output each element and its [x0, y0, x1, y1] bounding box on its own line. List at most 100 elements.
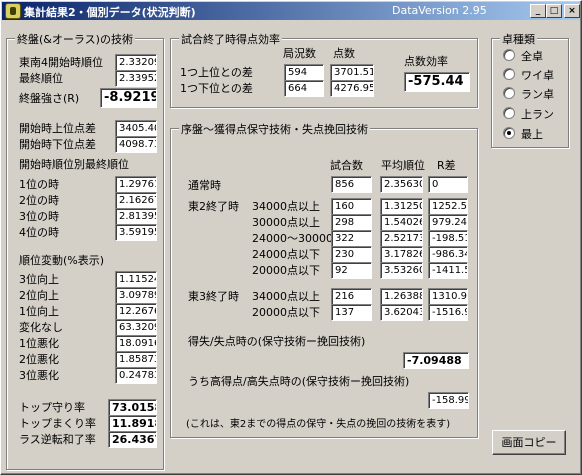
final-by-start-title: 開始時順位別最終順位	[19, 158, 129, 171]
lower-gap-score: 4276.95	[330, 80, 374, 97]
east3-label: 東3終了時	[188, 290, 239, 303]
east2-row4-games: 230	[331, 246, 372, 263]
close-button[interactable]: ×	[564, 4, 580, 18]
rank3-label: 3位の時	[19, 210, 59, 223]
change-up2-value: 3.09789	[115, 287, 157, 304]
east2-row1-r: 1252.57	[428, 198, 468, 215]
final-rank-value: 2.33952	[115, 70, 157, 87]
radio-all-icon[interactable]	[503, 49, 515, 61]
change-up3-label: 3位向上	[19, 273, 59, 286]
east2-row5-r: -1411.5	[428, 262, 468, 279]
last-reverse-value: 26.4367	[108, 431, 157, 448]
east2-row3-r: -198.51	[428, 230, 468, 247]
minimize-button[interactable]: _	[530, 4, 546, 18]
change-down1-value: 18.0916	[115, 335, 157, 352]
high-score-label: うち高得点/高失点時の(保守技術ー挽回技術)	[188, 375, 410, 388]
east2-row3-games: 322	[331, 230, 372, 247]
rank4-label: 4位の時	[19, 226, 59, 239]
east2-row2-avg: 1.54026	[380, 214, 423, 231]
lower-gap-count: 664	[284, 80, 324, 97]
east3-row2-games: 137	[331, 304, 372, 321]
normal-r: 0	[428, 176, 468, 193]
endgame-strength-label: 終盤強さ(R)	[19, 92, 80, 105]
last-reverse-label: ラス逆転和了率	[19, 433, 96, 446]
maximize-button[interactable]: □	[546, 4, 562, 18]
east3-row2-label: 20000点以下	[252, 306, 320, 319]
east2-row1-avg: 1.31250	[380, 198, 423, 215]
east3-row1-label: 34000点以上	[252, 290, 320, 303]
upper-diff-value: 3405.40	[115, 120, 157, 137]
change-down2-value: 1.85873	[115, 351, 157, 368]
east2-row2-games: 298	[331, 214, 372, 231]
top-keep-label: トップ守り率	[19, 401, 85, 414]
change-none-label: 変化なし	[19, 321, 63, 334]
change-down3-label: 3位悪化	[19, 369, 59, 382]
top-overtake-label: トップまくり率	[19, 417, 96, 430]
east3-row1-games: 216	[331, 288, 372, 305]
upper-gap-count: 594	[284, 64, 324, 81]
east3-row2-avg: 3.62043	[380, 304, 423, 321]
radio-upper-ran-icon[interactable]	[503, 107, 515, 119]
radio-ran-icon[interactable]	[503, 87, 515, 99]
rank2-value: 2.16267	[115, 192, 157, 209]
top-overtake-value: 11.8918	[108, 415, 157, 432]
east2-row1-label: 34000点以上	[252, 200, 320, 213]
endgame-strength-value: -8.9219	[100, 88, 157, 108]
final-rank-label: 最終順位	[19, 72, 63, 85]
rank1-label: 1位の時	[19, 178, 59, 191]
east2-row2-label: 30000点以上	[252, 216, 320, 229]
east2-row1-games: 160	[331, 198, 372, 215]
normal-label: 通常時	[188, 179, 221, 192]
score-efficiency-value: -575.44	[404, 72, 470, 92]
change-up2-label: 2位向上	[19, 289, 59, 302]
efficiency-col-eff: 点数効率	[404, 55, 448, 68]
table-type-title: 卓種類	[500, 31, 537, 47]
early-game-group-title: 序盤〜獲得点保守技術・失点挽回技術	[179, 121, 370, 137]
endgame-group-title: 終盤(&オーラス)の技術	[15, 31, 135, 47]
gain-loss-label: 得失/失点時の(保守技術ー挽回技術)	[188, 335, 366, 348]
efficiency-col-count: 局況数	[283, 47, 316, 60]
east2-row3-label: 24000〜30000	[252, 232, 333, 245]
change-down3-value: 0.24783	[115, 367, 157, 384]
east2-row4-avg: 3.17826	[380, 246, 423, 263]
rank1-value: 1.29761	[115, 176, 157, 193]
rank4-value: 3.59195	[115, 224, 157, 241]
change-up1-value: 12.2676	[115, 303, 157, 320]
efficiency-col-score: 点数	[333, 47, 355, 60]
efficiency-group-title: 試合終了時得点効率	[179, 31, 282, 47]
top-keep-value: 73.0158	[108, 399, 157, 416]
gain-loss-value: -7.09488	[403, 352, 469, 369]
app-icon	[5, 3, 21, 19]
radio-wai-label: ワイ卓	[521, 69, 554, 82]
change-none-value: 63.3209	[115, 319, 157, 336]
screen-copy-button[interactable]: 画面コピー	[492, 430, 566, 455]
col-avg-rank: 平均順位	[381, 159, 425, 172]
east2-row3-avg: 2.52173	[380, 230, 423, 247]
radio-all-label: 全卓	[521, 50, 543, 63]
radio-wai-icon[interactable]	[503, 68, 515, 80]
radio-ran-label: ラン卓	[521, 88, 554, 101]
east3-row1-avg: 1.26388	[380, 288, 423, 305]
change-up1-label: 1位向上	[19, 305, 59, 318]
high-score-value: -158.99	[428, 392, 469, 409]
data-version: DataVersion 2.95	[392, 4, 487, 17]
start-rank-label: 東南4開始時順位	[19, 56, 103, 69]
start-rank-value: 2.33209	[115, 54, 157, 71]
radio-upper-ran-label: 上ラン	[521, 108, 554, 121]
lower-diff-label: 開始時下位点差	[19, 138, 96, 151]
east3-row1-r: 1310.90	[428, 288, 468, 305]
lower-diff-value: 4098.73	[115, 136, 157, 153]
rank2-label: 2位の時	[19, 194, 59, 207]
upper-gap-score: 3701.51	[330, 64, 374, 81]
upper-gap-label: 1つ上位との差	[180, 66, 253, 79]
normal-avg: 2.35630	[380, 176, 423, 193]
normal-games: 856	[331, 176, 372, 193]
radio-top-icon[interactable]	[503, 127, 515, 139]
change-down2-label: 2位悪化	[19, 353, 59, 366]
radio-top-label: 最上	[521, 128, 543, 141]
col-games: 試合数	[330, 159, 363, 172]
change-down1-label: 1位悪化	[19, 337, 59, 350]
upper-diff-label: 開始時上位点差	[19, 122, 96, 135]
east2-label: 東2終了時	[188, 200, 239, 213]
east2-row4-r: -986.34	[428, 246, 468, 263]
